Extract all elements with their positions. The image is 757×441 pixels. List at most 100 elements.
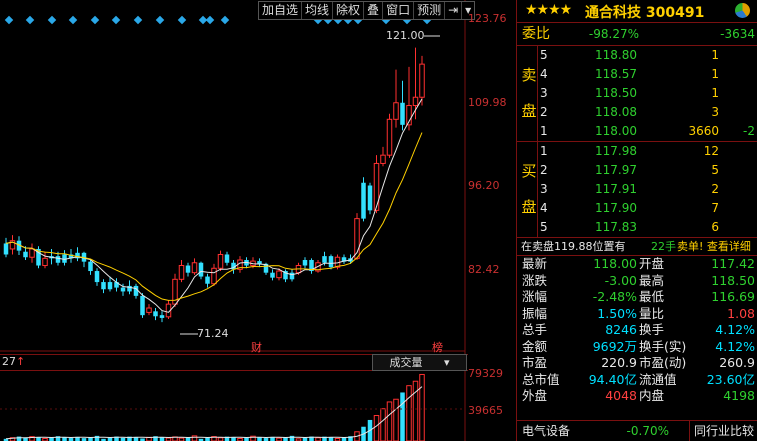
moving-average-button[interactable]: 均线 <box>302 2 334 19</box>
pie-chart-icon[interactable] <box>735 3 750 18</box>
candle-body <box>386 118 393 156</box>
bid-level: 2 <box>540 163 548 177</box>
bid-row[interactable]: 2 117.97 5 <box>517 161 757 180</box>
y-tick-label: 123.76 <box>468 12 507 25</box>
candle-body <box>393 102 399 120</box>
overlay-button[interactable]: 叠 <box>364 2 384 19</box>
window-button[interactable]: 窗口 <box>383 2 415 19</box>
weibi-label: 委比 <box>522 26 550 42</box>
industry-compare-link[interactable]: 同行业比较 <box>689 421 754 441</box>
volume-bar <box>94 435 100 441</box>
financial-report-marker[interactable]: 财 <box>251 339 262 355</box>
bid-row[interactable]: 1 117.98 12 <box>517 142 757 161</box>
bid-row[interactable]: 4 117.90 7 <box>517 199 757 218</box>
stat-label: 市盈 <box>522 355 548 370</box>
volume-bar <box>406 385 412 441</box>
candle-body <box>146 307 152 313</box>
sector-name[interactable]: 电气设备 <box>522 421 570 441</box>
collapse-arrow-icon[interactable]: ⇥ <box>445 2 463 19</box>
bid-row[interactable]: 5 117.83 6 <box>517 218 757 237</box>
stock-code: 300491 <box>645 5 705 21</box>
stat-value: 8246 <box>605 322 637 337</box>
bid-volume: 2 <box>711 182 719 196</box>
candle-body <box>302 260 308 266</box>
candle-body <box>361 182 366 219</box>
add-watchlist-button[interactable]: 加自选 <box>259 2 303 19</box>
event-diamond-icon <box>4 15 14 25</box>
ask-row[interactable]: 1 118.00 3660 -2 <box>517 122 757 141</box>
chart-toolbar: 加自选 均线 除权 叠 窗口 预测 ⇥ ▾ <box>258 1 476 20</box>
indicator-select[interactable]: 成交量 ▾ <box>372 354 467 371</box>
y-tick-label: 96.20 <box>468 179 500 192</box>
stat-value: 220.9 <box>601 355 637 370</box>
weibi-ratio: -98.27% <box>588 27 639 41</box>
rating-stars: ★★★★ <box>525 2 572 18</box>
stat-row: 振幅 1.50% 量比 1.08 <box>517 306 757 323</box>
bid-volume: 7 <box>711 201 719 215</box>
stat-value: 4.12% <box>715 338 755 354</box>
stat-value: 94.40亿 <box>588 371 637 387</box>
candle-body <box>140 295 145 316</box>
candle-body <box>276 270 282 279</box>
bid-row[interactable]: 3 117.91 2 <box>517 180 757 199</box>
bid-price: 117.90 <box>595 201 637 215</box>
stat-label: 总手 <box>522 322 548 337</box>
stat-label: 最新 <box>522 256 548 271</box>
event-diamond-icon <box>155 15 165 25</box>
stat-value: 1.08 <box>727 305 755 321</box>
big-order-qty: 22手 <box>651 240 676 253</box>
candle-body <box>211 267 217 285</box>
stat-value: 116.69 <box>711 289 755 304</box>
ask-volume: 3660 <box>688 124 719 138</box>
ask-row[interactable]: 2 118.08 3 <box>517 103 757 122</box>
bid-book: 买 盘 1 117.98 12 2 117.97 5 3 117.91 2 4 117.90 7 5 11… <box>517 142 757 238</box>
ask-volume: 1 <box>711 67 719 81</box>
stat-row: 涨幅 -2.48% 最低 116.69 <box>517 289 757 306</box>
candle-body <box>400 102 405 125</box>
event-diamond-icon <box>205 15 215 25</box>
forecast-button[interactable]: 预测 <box>414 2 446 19</box>
volume-bar <box>328 437 334 441</box>
candle-body <box>257 261 262 264</box>
candle-body <box>94 271 100 283</box>
stat-label: 金额 <box>522 338 548 354</box>
ask-row[interactable]: 5 118.80 1 <box>517 46 757 65</box>
kline-chart-area[interactable]: 加自选 均线 除权 叠 窗口 预测 ⇥ ▾ 123.76 109.98 96.2… <box>0 0 516 441</box>
candle-body <box>224 254 230 263</box>
stock-title[interactable]: 通合科技 300491 <box>585 2 704 22</box>
event-diamond-icon <box>220 15 230 25</box>
chevron-down-icon: ▾ <box>443 356 450 369</box>
stat-value: 118.00 <box>593 256 637 271</box>
kline-chart[interactable] <box>0 0 516 441</box>
stat-label: 涨幅 <box>522 289 548 304</box>
candle-body <box>55 256 61 263</box>
bid-volume: 5 <box>711 163 719 177</box>
event-diamond-icon <box>25 15 35 25</box>
volume-bar <box>257 437 262 441</box>
stock-header: ★★★★ 通合科技 300491 <box>517 0 757 23</box>
bid-price: 117.97 <box>595 163 637 177</box>
candle-body <box>328 256 334 268</box>
candle-body <box>159 315 165 318</box>
stat-row: 市盈 220.9 市盈(动) 260.9 <box>517 355 757 372</box>
candle-body <box>322 256 327 263</box>
quote-panel: ★★★★ 通合科技 300491 委比 -98.27% -3634 卖 盘 51… <box>516 0 757 441</box>
big-order-alert[interactable]: 在卖盘119.88位置有 22手 卖单! 查看详细 <box>517 238 757 256</box>
volume-bar <box>133 437 139 441</box>
bid-price: 117.91 <box>595 182 637 196</box>
stat-row: 总市值 94.40亿 流通值 23.60亿 <box>517 372 757 389</box>
stat-label: 涨跌 <box>522 272 548 288</box>
ask-row[interactable]: 4 118.57 1 <box>517 65 757 84</box>
candle-body <box>198 262 204 277</box>
ranking-marker[interactable]: 榜 <box>432 339 443 355</box>
big-order-detail-link[interactable]: 卖单! 查看详细 <box>677 238 751 255</box>
candle-body <box>380 154 386 164</box>
candle-body <box>412 96 419 107</box>
candle-body <box>107 282 113 290</box>
candle-body <box>88 261 93 272</box>
bid-level: 3 <box>540 182 548 196</box>
ex-rights-button[interactable]: 除权 <box>333 2 365 19</box>
ask-level: 1 <box>540 124 548 138</box>
ask-row[interactable]: 3 118.50 1 <box>517 84 757 103</box>
ask-book: 卖 盘 5 118.80 1 4 118.57 1 3 118.50 1 2 118.08 3 1 118… <box>517 46 757 142</box>
